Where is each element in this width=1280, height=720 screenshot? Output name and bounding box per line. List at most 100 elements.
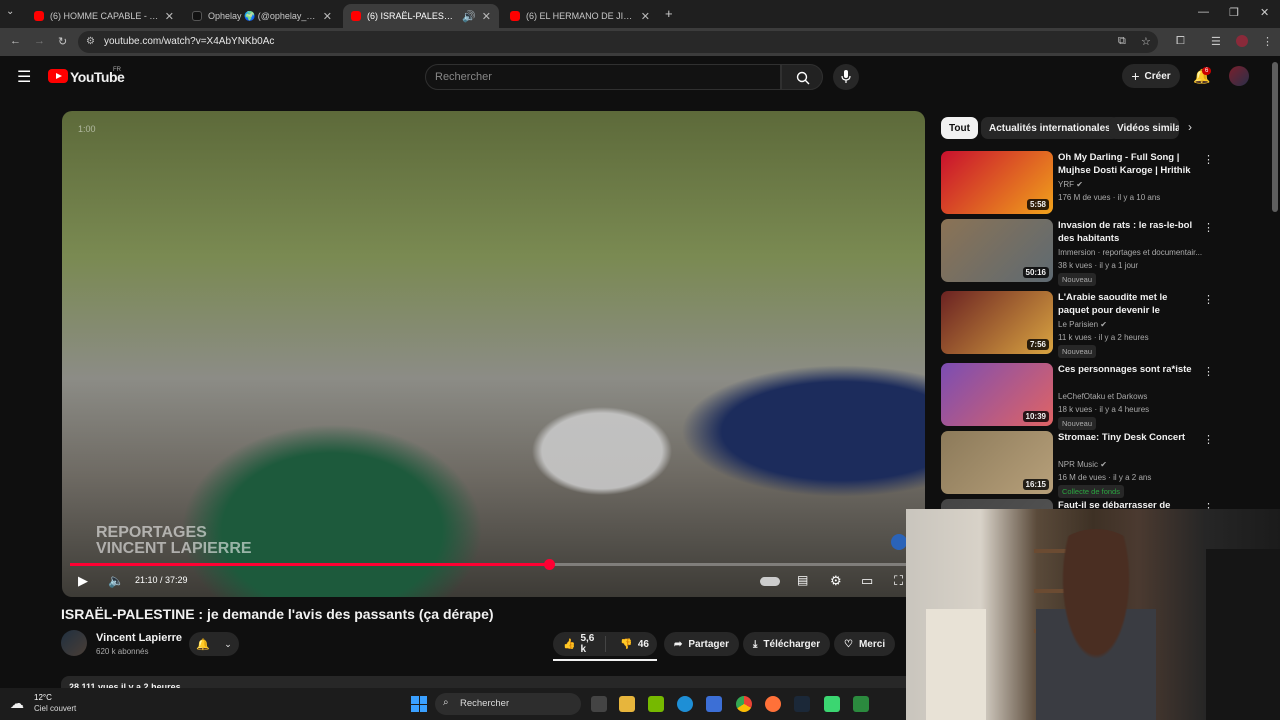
task-view-icon[interactable] bbox=[591, 696, 607, 712]
voice-search-button[interactable] bbox=[833, 64, 859, 90]
play-icon[interactable]: ▶ bbox=[78, 573, 88, 589]
video-thumbnail[interactable]: 10:39 bbox=[941, 363, 1053, 426]
subscription-bell-button[interactable]: 🔔 ⌄ bbox=[189, 632, 239, 656]
video-thumbnail[interactable]: 16:15 bbox=[941, 431, 1053, 494]
chip-tout[interactable]: Tout bbox=[941, 117, 978, 139]
progress-bar[interactable] bbox=[70, 559, 917, 570]
browser-tab-2[interactable]: (6) ISRAËL-PALESTINE : je demande 🔊 ✕ bbox=[343, 4, 499, 28]
profile-avatar[interactable] bbox=[1236, 35, 1248, 47]
back-icon[interactable]: ← bbox=[10, 35, 21, 47]
more-options-icon[interactable]: ⋮ bbox=[1203, 293, 1214, 306]
chevron-right-icon[interactable]: › bbox=[1188, 120, 1192, 134]
share-button[interactable]: ➦ Partager bbox=[664, 632, 739, 656]
related-video-title[interactable]: Stromae: Tiny Desk Concert bbox=[1058, 431, 1198, 444]
related-video-title[interactable]: L'Arabie saoudite met le paquet pour dev… bbox=[1058, 291, 1198, 317]
dislike-button[interactable]: 👎 46 bbox=[612, 639, 657, 650]
like-ratio-bar bbox=[553, 659, 657, 661]
close-tab-icon[interactable]: ✕ bbox=[482, 10, 491, 23]
download-button[interactable]: ⤓ Télécharger bbox=[743, 632, 831, 656]
file-explorer-icon[interactable] bbox=[619, 696, 635, 712]
related-video-item[interactable]: 16:15 Stromae: Tiny Desk Concert NPR Music… bbox=[941, 431, 1214, 498]
store-icon[interactable] bbox=[706, 696, 722, 712]
related-video-item[interactable]: 50:16 Invasion de rats : le ras-le-bol de… bbox=[941, 219, 1214, 286]
new-tab-icon[interactable]: + bbox=[665, 6, 673, 21]
search-button[interactable] bbox=[781, 64, 823, 90]
site-info-icon[interactable]: ⚙ bbox=[86, 36, 95, 47]
create-button[interactable]: + Créer bbox=[1122, 64, 1180, 88]
autoplay-toggle[interactable] bbox=[760, 577, 780, 586]
app-icon-2[interactable] bbox=[853, 696, 869, 712]
close-tab-icon[interactable]: ✕ bbox=[641, 10, 650, 23]
video-thumbnail[interactable]: 5:58 bbox=[941, 151, 1053, 214]
video-thumbnail[interactable]: 50:16 bbox=[941, 219, 1053, 282]
thanks-button[interactable]: ♡ Merci bbox=[834, 632, 896, 656]
taskbar-search[interactable]: ⌕ Rechercher bbox=[435, 693, 581, 715]
windows-start-icon[interactable] bbox=[411, 696, 427, 712]
subtitles-icon[interactable]: ▤ bbox=[797, 573, 808, 587]
browser-menu-icon[interactable]: ⋮ bbox=[1262, 35, 1273, 48]
close-tab-icon[interactable]: ✕ bbox=[323, 10, 332, 23]
firefox-icon[interactable] bbox=[765, 696, 781, 712]
chip-videos-similaires[interactable]: Vidéos simila bbox=[1109, 117, 1179, 139]
video-thumbnail[interactable]: 7:56 bbox=[941, 291, 1053, 354]
microphone-icon bbox=[841, 70, 851, 83]
browser-tab-3[interactable]: (6) EL HERMANO DE JIREN - Sa ✕ bbox=[502, 4, 658, 28]
channel-avatar[interactable] bbox=[61, 630, 87, 656]
channel-badge-icon bbox=[891, 534, 907, 550]
dislike-count: 46 bbox=[637, 638, 649, 650]
related-video-title[interactable]: Invasion de rats : le ras-le-bol des hab… bbox=[1058, 219, 1198, 245]
related-video-item[interactable]: 7:56 L'Arabie saoudite met le paquet pour… bbox=[941, 291, 1214, 358]
related-video-title[interactable]: Ces personnages sont ra*iste bbox=[1058, 363, 1198, 376]
more-options-icon[interactable]: ⋮ bbox=[1203, 433, 1214, 446]
search-input[interactable]: Rechercher bbox=[425, 64, 781, 90]
thumbs-down-icon: 👎 bbox=[620, 638, 633, 650]
bookmark-star-icon[interactable]: ☆ bbox=[1141, 35, 1151, 48]
related-video-meta: 18 k vues · il y a 4 heures bbox=[1058, 405, 1150, 414]
extensions-icon[interactable]: ⧠ bbox=[1176, 35, 1185, 48]
steam-icon[interactable] bbox=[794, 696, 810, 712]
like-button[interactable]: 👍 5,6 k bbox=[553, 633, 607, 655]
address-bar[interactable]: ⚙ youtube.com/watch?v=X4AbYNKb0Ac ⧉ ☆ bbox=[78, 31, 1158, 53]
close-window-icon[interactable]: ✕ bbox=[1260, 6, 1269, 19]
browser-tab-strip: ⌄ (6) HOMME CAPABLE - YouTube ✕ Ophelay … bbox=[0, 0, 1280, 28]
forward-icon[interactable]: → bbox=[34, 35, 45, 47]
duration-badge: 10:39 bbox=[1022, 411, 1049, 422]
related-video-item[interactable]: 5:58 Oh My Darling - Full Song | Mujhse D… bbox=[941, 151, 1214, 215]
edge-icon[interactable] bbox=[677, 696, 693, 712]
related-video-badge: Nouveau bbox=[1058, 417, 1097, 430]
close-tab-icon[interactable]: ✕ bbox=[165, 10, 174, 23]
weather-cloud-icon[interactable]: ☁ bbox=[10, 695, 24, 712]
browser-tab-0[interactable]: (6) HOMME CAPABLE - YouTube ✕ bbox=[26, 4, 182, 28]
app-icon[interactable] bbox=[824, 696, 840, 712]
volume-icon[interactable]: 🔈 bbox=[108, 573, 124, 589]
account-avatar[interactable] bbox=[1229, 66, 1249, 86]
more-options-icon[interactable]: ⋮ bbox=[1203, 153, 1214, 166]
more-options-icon[interactable]: ⋮ bbox=[1203, 365, 1214, 378]
chip-actualites[interactable]: Actualités internationales bbox=[981, 117, 1119, 139]
minimize-icon[interactable]: — bbox=[1198, 6, 1209, 18]
youtube-icon bbox=[510, 11, 520, 21]
settings-gear-icon[interactable]: ⚙ bbox=[830, 573, 842, 589]
maximize-icon[interactable]: ❐ bbox=[1229, 6, 1239, 19]
theater-mode-icon[interactable]: ▭ bbox=[861, 573, 873, 589]
fullscreen-icon[interactable]: ⛶ bbox=[894, 573, 903, 589]
tab-title: (6) EL HERMANO DE JIREN - Sa bbox=[526, 11, 635, 21]
heart-dollar-icon: ♡ bbox=[844, 638, 853, 650]
related-video-item[interactable]: 10:39 Ces personnages sont ra*iste LeChefO… bbox=[941, 363, 1214, 430]
browser-toolbar: ← → ↻ ⚙ youtube.com/watch?v=X4AbYNKb0Ac … bbox=[0, 28, 1280, 56]
more-options-icon[interactable]: ⋮ bbox=[1203, 221, 1214, 234]
page-scrollbar[interactable] bbox=[1272, 62, 1278, 212]
chrome-icon[interactable] bbox=[736, 696, 752, 712]
reload-icon[interactable]: ↻ bbox=[58, 35, 67, 48]
audio-icon[interactable]: 🔊 bbox=[462, 10, 476, 23]
tab-search-icon[interactable]: ⌄ bbox=[6, 6, 14, 17]
hamburger-menu-icon[interactable]: ☰ bbox=[17, 67, 31, 87]
reading-list-icon[interactable]: ☰ bbox=[1211, 35, 1221, 48]
browser-tab-1[interactable]: Ophelay 🌍 (@ophelay_) | TikTok ✕ bbox=[184, 4, 340, 28]
video-player[interactable]: 1:00 REPORTAGES VINCENT LAPIERRE ▶ 🔈 21:… bbox=[62, 111, 925, 597]
cast-icon[interactable]: ⧉ bbox=[1118, 35, 1126, 48]
related-video-title[interactable]: Oh My Darling - Full Song | Mujhse Dosti… bbox=[1058, 151, 1198, 177]
channel-name[interactable]: Vincent Lapierre bbox=[96, 632, 182, 644]
progress-scrubber[interactable] bbox=[543, 559, 555, 570]
nvidia-icon[interactable] bbox=[648, 696, 664, 712]
